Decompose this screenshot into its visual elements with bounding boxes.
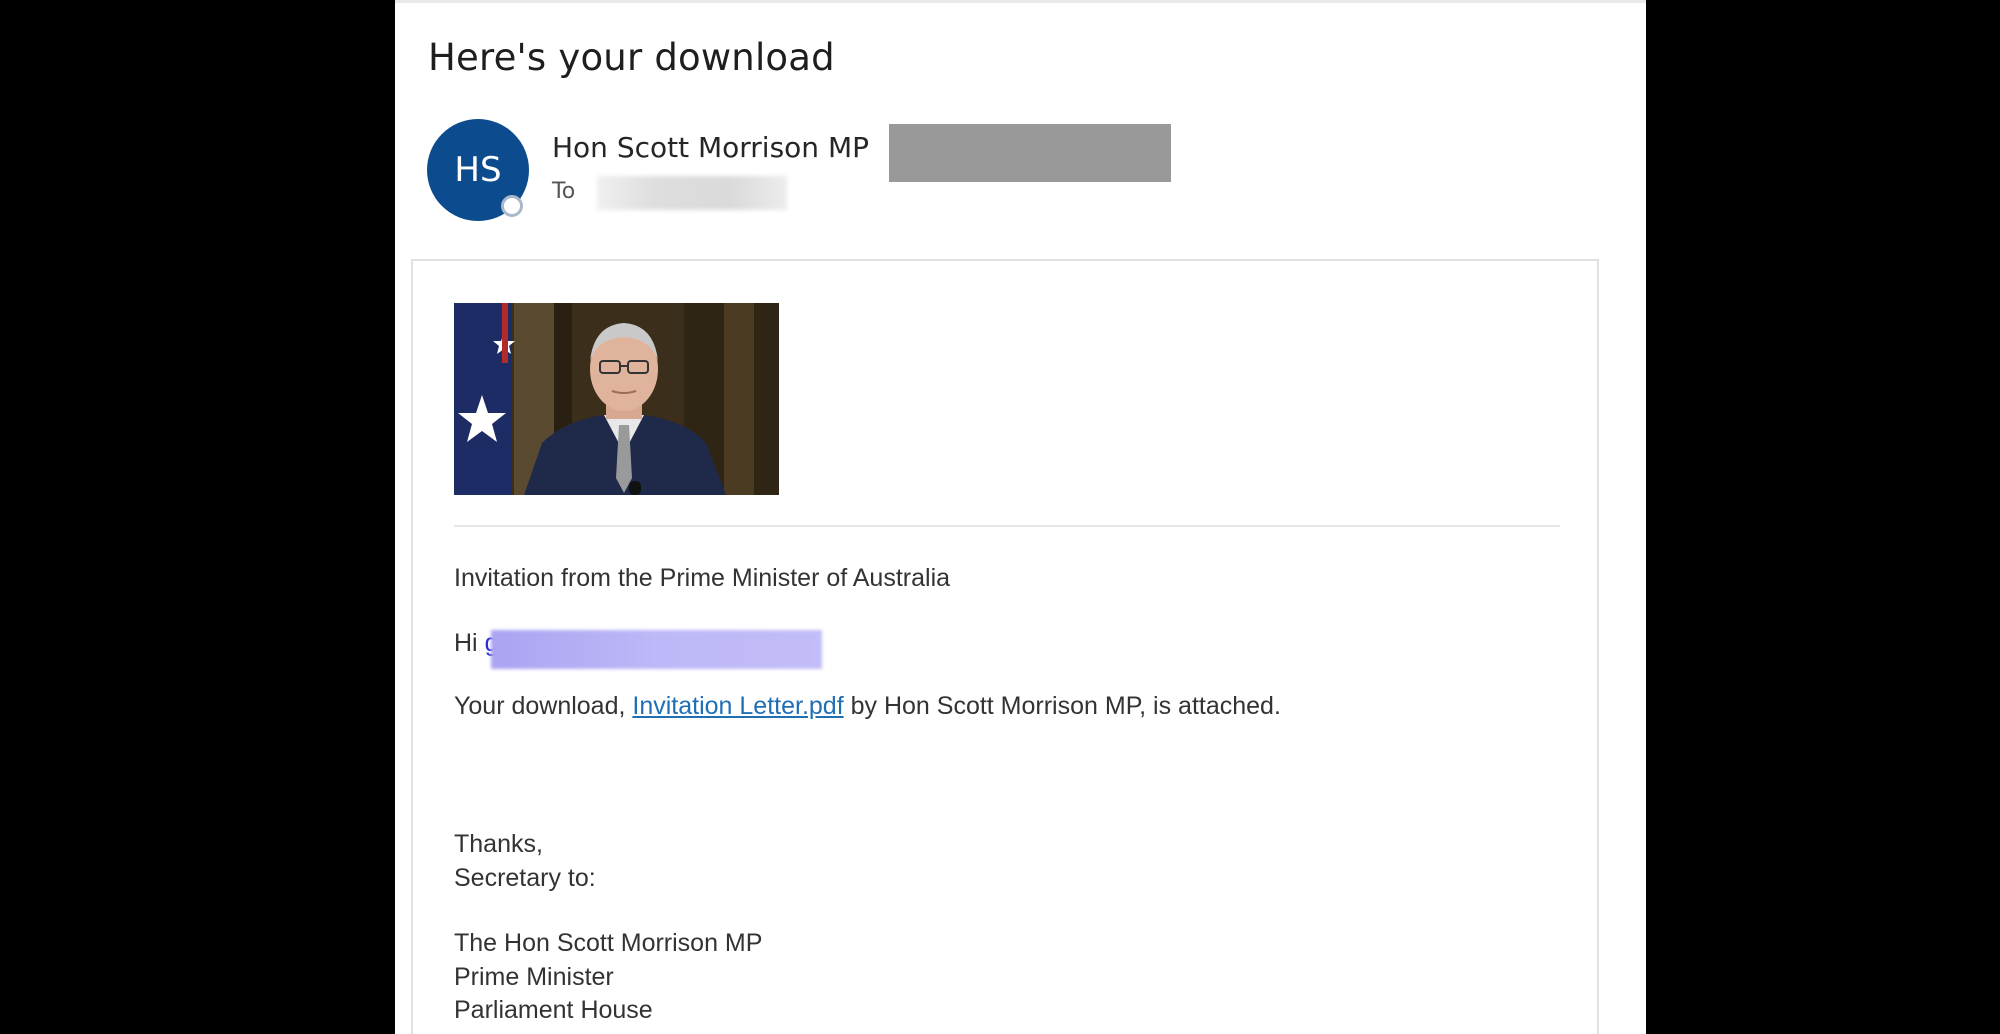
sender-name[interactable]: Hon Scott Morrison MP [552,131,869,164]
download-suffix: by Hon Scott Morrison MP, is attached. [850,692,1281,720]
photo-illustration [454,303,779,495]
recipient-redacted [597,176,787,210]
signature-address: Parliament House [454,996,653,1024]
download-prefix: Your download, [454,692,626,720]
top-divider [395,0,1646,3]
secretary-line: Secretary to: [454,864,596,892]
presence-status-icon [501,195,523,217]
sender-initials: HS [454,150,502,190]
invitation-heading: Invitation from the Prime Minister of Au… [454,564,951,592]
download-line: Your download, Invitation Letter.pdf by … [454,692,1281,721]
email-subject: Here's your download [428,36,835,79]
email-reading-pane: Here's your download HS Hon Scott Morris… [395,0,1646,1034]
body-divider [454,525,1560,527]
email-body: Invitation from the Prime Minister of Au… [411,259,1599,1034]
attachment-link[interactable]: Invitation Letter.pdf [632,692,843,720]
signature-name: The Hon Scott Morrison MP [454,929,763,957]
sender-email-redacted [889,124,1171,182]
greeting-prefix: Hi [454,629,478,657]
sender-photo [454,303,779,495]
sign-off: Thanks, [454,830,543,858]
recipient-label: To [552,179,576,204]
signature-role: Prime Minister [454,963,614,991]
greeting-recipient-redacted [491,630,822,669]
